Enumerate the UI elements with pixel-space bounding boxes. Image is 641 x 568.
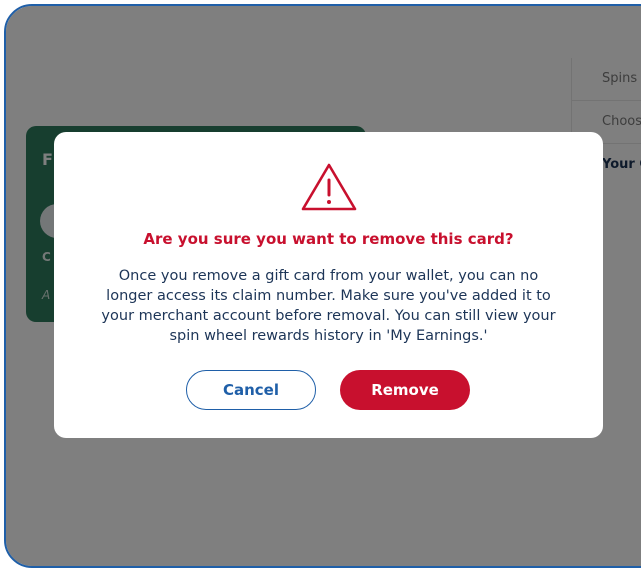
device-frame: F C A Spins Choos Your C Are you sure yo… [4,4,641,568]
warning-triangle-icon [301,163,357,211]
dialog-title: Are you sure you want to remove this car… [143,230,514,248]
dialog-message: Once you remove a gift card from your wa… [101,268,556,344]
remove-card-dialog: Are you sure you want to remove this car… [54,132,603,438]
app-screen: F C A Spins Choos Your C Are you sure yo… [6,6,641,566]
cancel-button[interactable]: Cancel [186,370,316,410]
remove-button[interactable]: Remove [340,370,470,410]
